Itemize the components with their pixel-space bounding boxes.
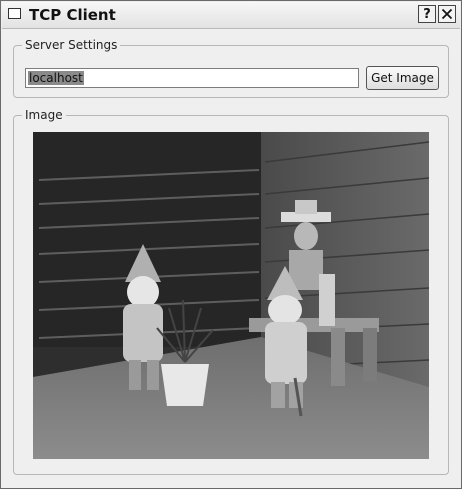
image-legend: Image <box>25 108 63 122</box>
tcp-client-window: TCP Client ? Server Settings localhost G… <box>0 0 462 489</box>
received-image <box>33 132 429 459</box>
host-input[interactable]: localhost <box>25 68 359 88</box>
get-image-button[interactable]: Get Image <box>366 66 439 90</box>
close-button[interactable] <box>438 5 456 23</box>
server-settings-legend: Server Settings <box>25 38 118 52</box>
help-button[interactable]: ? <box>418 5 436 23</box>
help-icon: ? <box>423 6 431 22</box>
host-input-value: localhost <box>28 71 84 85</box>
window-icon <box>8 8 21 19</box>
close-icon <box>441 8 453 20</box>
window-title: TCP Client <box>29 6 116 24</box>
title-bar[interactable]: TCP Client ? <box>2 2 460 29</box>
